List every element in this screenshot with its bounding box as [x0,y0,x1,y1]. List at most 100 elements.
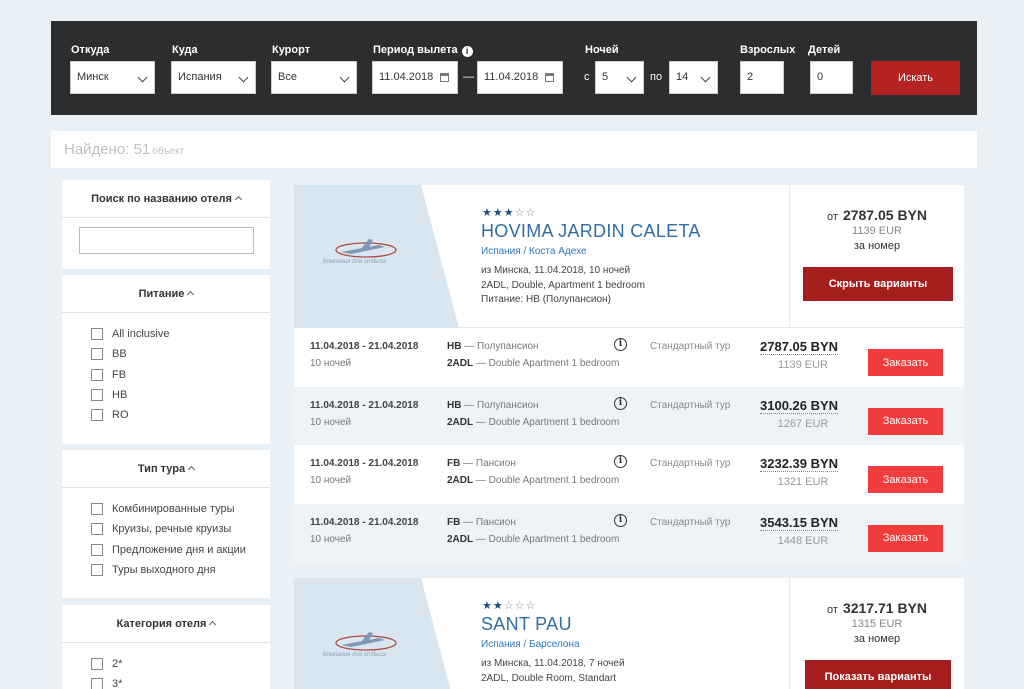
hotel-price: от 3217.71 BYN 1315 EUR за номер Показат… [789,578,964,689]
meal-option[interactable]: All inclusive [91,324,270,344]
hotel-header: Компания для отдыха ★★★☆☆ HOVIMA JARDIN … [294,185,964,328]
children-input[interactable]: 0 [810,61,853,94]
info-icon[interactable]: i [614,455,627,468]
calendar-icon [440,73,449,82]
checkbox[interactable] [91,503,103,516]
filter-title[interactable]: Поиск по названию отеля [62,180,270,218]
date-to-field[interactable]: 11.04.2018 [477,61,563,94]
offer-row: 11.04.2018 - 21.04.2018 10 ночей FB — Па… [294,445,964,504]
price-per: за номер [853,633,901,645]
to-select[interactable]: Испания [171,61,256,94]
info-icon[interactable]: i [614,513,627,527]
hotel-stars: ★★★☆☆ [482,207,537,219]
filter-category: Категория отеля 2* 3* [62,605,270,689]
results-count-bar: Найдено: 51 объект [51,131,977,168]
info-icon[interactable]: i [461,46,473,57]
offer-price[interactable]: 3543.15 BYN [760,515,839,531]
adults-label: Взрослых [740,44,796,56]
from-select[interactable]: Минск [70,61,155,94]
tour-type-option[interactable]: Комбинированные туры [91,499,270,519]
hotel-location[interactable]: Испания / Барселона [481,639,580,650]
chevron-up-icon [188,465,196,474]
to-label: Куда [172,44,198,56]
checkbox[interactable] [91,409,103,422]
price-eur: 1315 EUR [851,618,903,630]
adults-input[interactable]: 2 [740,61,784,94]
filter-title[interactable]: Тип тура [62,450,270,488]
hotel-logo: Компания для отдыха [294,185,459,328]
nights-to-prefix: по [650,71,663,83]
hotel-details: из Минска, 11.04.2018, 7 ночей 2ADL, Dou… [481,658,625,684]
checkbox[interactable] [91,564,103,577]
resort-label: Курорт [272,44,311,56]
category-option[interactable]: 2* [91,654,270,674]
info-icon[interactable]: i [614,396,627,410]
date-from-field[interactable]: 11.04.2018 [372,61,458,94]
meal-option[interactable]: HB [91,385,270,405]
hotel-header: Компания для отдыха ★★☆☆☆ SANT PAU Испан… [294,578,964,689]
price-eur: 1139 EUR [852,225,902,237]
checkbox[interactable] [91,523,103,536]
logo-tagline: Компания для отдыха [323,259,386,265]
tour-type-option[interactable]: Круизы, речные круизы [91,519,270,539]
offer-price[interactable]: 2787.05 BYN [760,339,839,355]
order-button[interactable]: Заказать [868,407,943,435]
date-separator: — [463,71,474,83]
hotel-card: Компания для отдыха ★★☆☆☆ SANT PAU Испан… [294,578,964,689]
chevron-up-icon [234,195,242,204]
meal-option[interactable]: RO [91,405,270,425]
hotel-name[interactable]: HOVIMA JARDIN CALETA [481,221,701,242]
hotel-location[interactable]: Испания / Коста Адехе [481,246,587,257]
checkbox[interactable] [91,328,103,341]
checkbox[interactable] [91,389,103,402]
order-button[interactable]: Заказать [868,466,943,493]
hotel-name-input[interactable] [79,227,254,254]
checkbox[interactable] [91,348,103,361]
offer-price[interactable]: 3100.26 BYN [760,398,839,414]
nights-from-prefix: с [584,71,590,83]
meal-option[interactable]: BB [91,344,270,364]
hotel-card: Компания для отдыха ★★★☆☆ HOVIMA JARDIN … [294,185,964,562]
nights-to-select[interactable]: 14 [669,61,718,94]
order-button[interactable]: Заказать [868,524,943,552]
filter-title[interactable]: Категория отеля [62,605,270,643]
checkbox[interactable] [91,658,103,671]
hotel-stars: ★★☆☆☆ [482,600,537,612]
results-count: Найдено: 51 [64,141,151,158]
hotel-name[interactable]: SANT PAU [481,614,572,635]
offer-price[interactable]: 3232.39 BYN [760,456,839,472]
chevron-down-icon [339,72,350,83]
tour-type-option[interactable]: Туры выходного дня [91,560,270,580]
toggle-variants-button[interactable]: Показать варианты [805,660,951,689]
checkbox[interactable] [91,678,103,689]
toggle-variants-button[interactable]: Скрыть варианты [803,267,953,301]
checkbox[interactable] [91,368,103,381]
search-bar: Откуда Минск Куда Испания Курорт Все Пер… [51,21,977,115]
chevron-down-icon [137,72,148,83]
price-per: за номер [853,240,901,252]
hotel-details: из Минска, 11.04.2018, 10 ночей 2ADL, Do… [481,265,645,305]
info-icon[interactable]: i [614,338,627,351]
meal-option[interactable]: FB [91,365,270,385]
from-label: Откуда [71,44,110,56]
chevron-down-icon [626,72,637,83]
order-button[interactable]: Заказать [868,349,943,376]
children-label: Детей [808,44,841,56]
search-button[interactable]: Искать [871,61,960,95]
offer-row: 11.04.2018 - 21.04.2018 10 ночей FB — Па… [294,503,964,562]
filter-title[interactable]: Питание [62,275,270,313]
nights-from-select[interactable]: 5 [595,61,644,94]
offer-row: 11.04.2018 - 21.04.2018 10 ночей HB — По… [294,328,964,387]
logo-tagline: Компания для отдыха [323,652,386,658]
checkbox[interactable] [91,543,103,556]
price-byn: 3217.71 BYN [842,600,928,616]
period-label: Период вылета i [373,44,473,57]
chevron-up-icon [187,290,195,299]
price-byn: 2787.05 BYN [842,207,928,223]
chevron-down-icon [238,72,249,83]
category-option[interactable]: 3* [91,674,270,689]
resort-select[interactable]: Все [271,61,357,94]
filter-meal: Питание All inclusive BB FB HB RO [62,275,270,444]
results-unit: объект [152,146,185,157]
tour-type-option[interactable]: Предложение дня и акции [91,540,270,560]
